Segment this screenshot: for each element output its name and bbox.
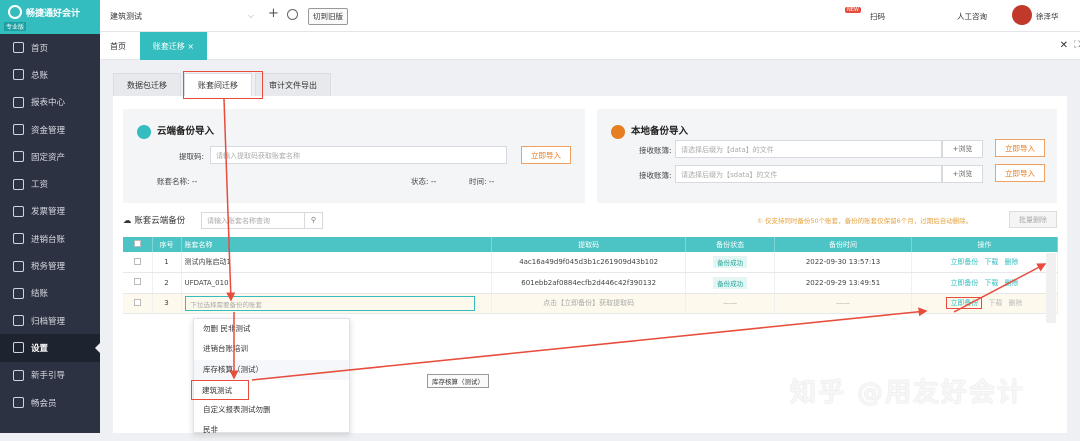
arrow-to-scroll	[953, 263, 1047, 313]
watermark: 知乎 @用友好会计	[790, 378, 1026, 408]
annotation-arrows	[223, 98, 1047, 381]
arrow-to-select	[223, 98, 236, 302]
arrow-to-backup	[251, 307, 928, 381]
